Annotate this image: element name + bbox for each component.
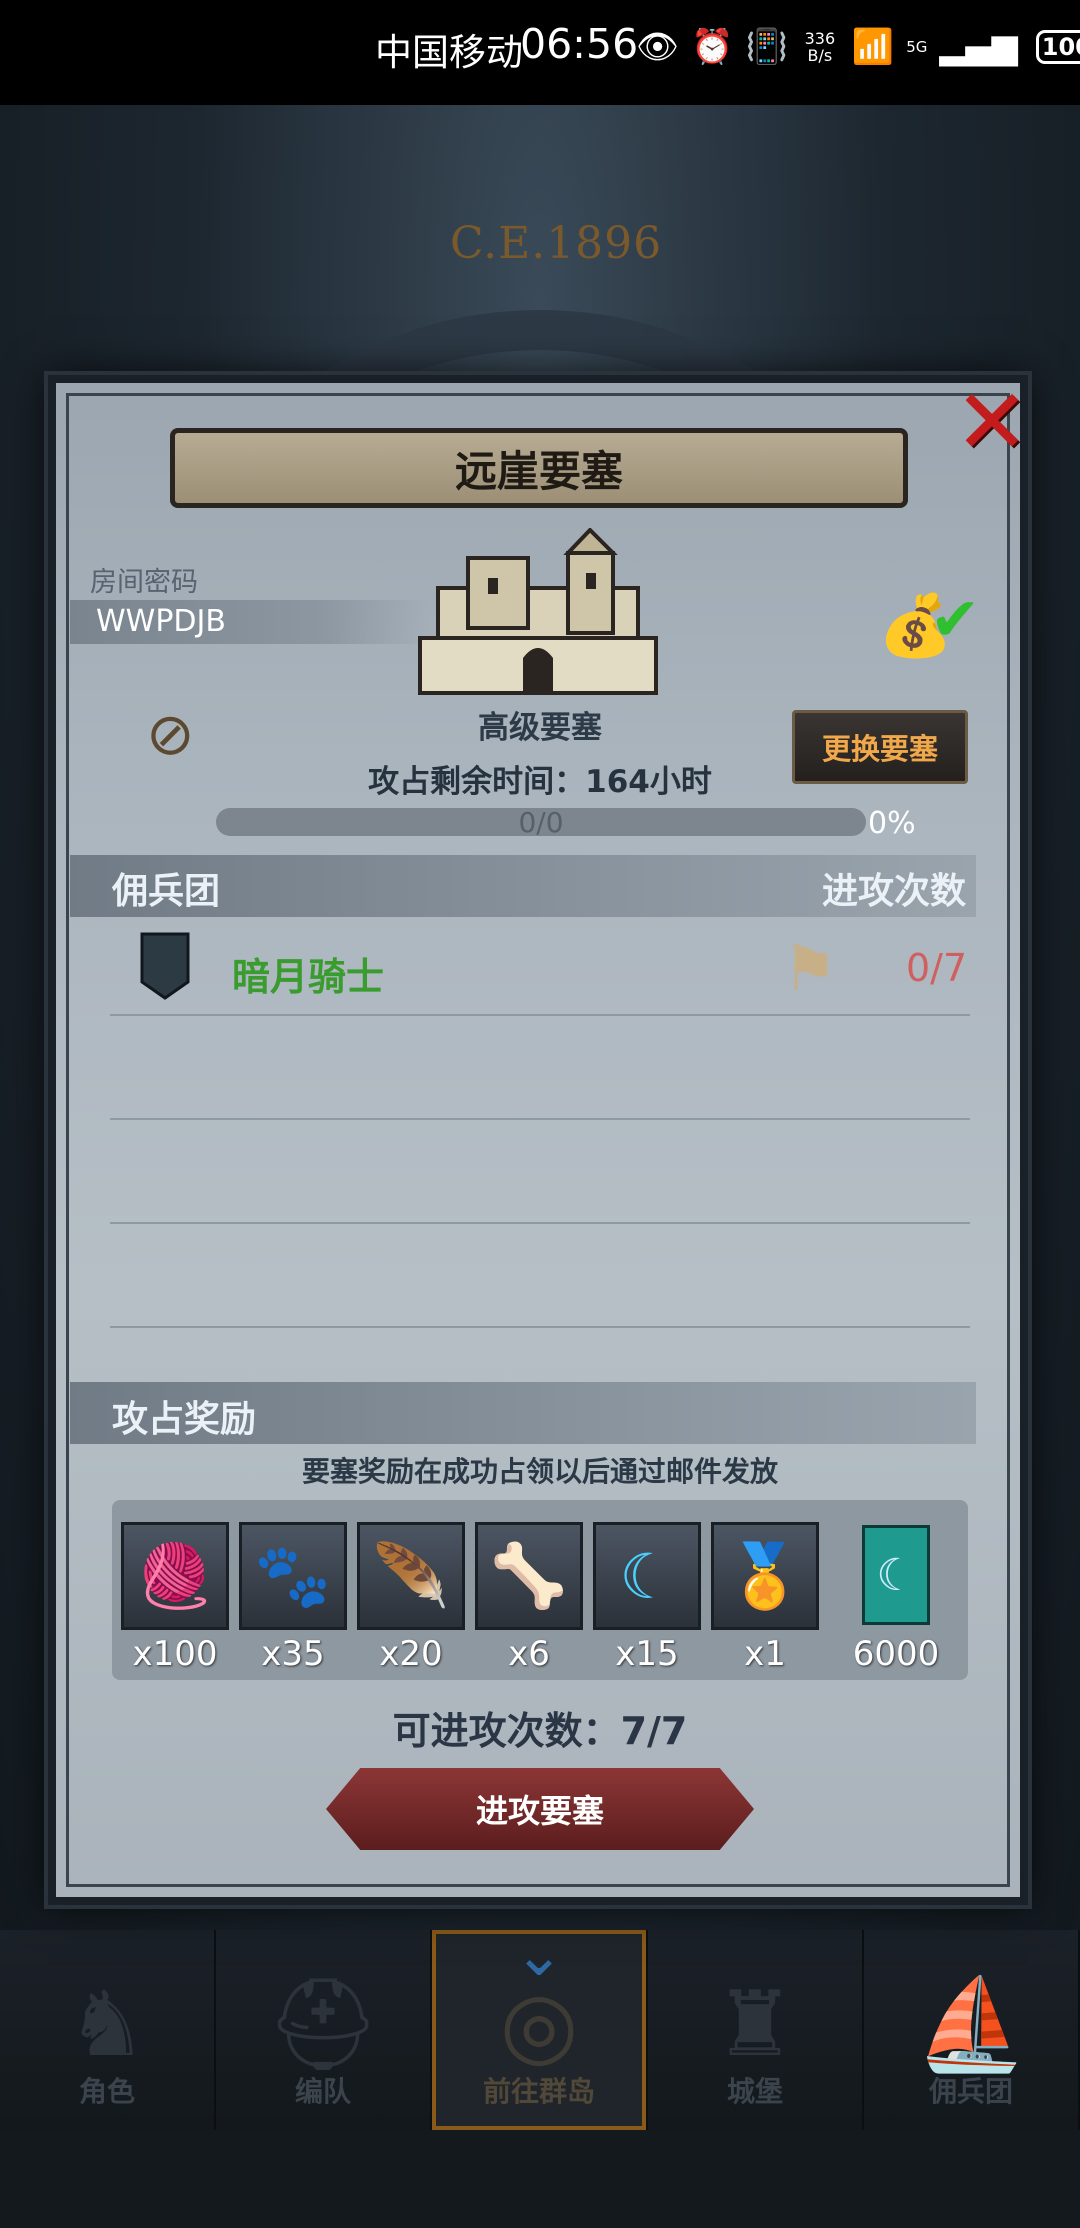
chevron-down-icon: ⌄ — [513, 1920, 565, 1990]
eye-icon: 👁 — [636, 27, 680, 67]
fortress-castle-icon — [418, 528, 658, 695]
flag-icon: ⚑ — [782, 932, 838, 1005]
nav-castle[interactable]: ♜ 城堡 — [648, 1930, 864, 2130]
status-icons: 👁 ⏰ 📳 336 B/s 📶 5G ▂▄▆ 100 — [636, 27, 1080, 67]
dialog-title: 远崖要塞 — [170, 428, 908, 508]
capture-progress-percent: 0% — [868, 806, 916, 841]
nav-label: 角色 — [78, 2075, 135, 2108]
close-icon: ✕ — [954, 369, 1030, 475]
rewards-header: 攻占奖励 — [112, 1399, 257, 1440]
network-speed-unit: B/s — [807, 46, 833, 65]
ship-icon: ⛵ — [914, 1972, 1028, 2077]
nav-islands[interactable]: ⌄ ◎ 前往群岛 — [432, 1920, 648, 2130]
bottom-nav: ♞ 角色 ⛑ 编队 ⌄ ◎ 前往群岛 ♜ 城堡 ⛵ 佣兵团 — [0, 1920, 1080, 2130]
beast-claw-icon: 🐾 — [254, 1539, 332, 1612]
guild-emblem-icon — [140, 932, 190, 1000]
attack-remaining: 可进攻次数：7/7 — [392, 1709, 688, 1753]
guild-banner-icon[interactable]: ☾ — [862, 1525, 930, 1625]
status-time: 06:56 — [520, 20, 639, 68]
reward-item-fur[interactable]: 🧶 — [121, 1522, 229, 1630]
signal-icon: ▂▄▆ — [939, 27, 1018, 67]
horn-icon: 🦴 — [490, 1539, 568, 1612]
reward-qty: x6 — [508, 1634, 550, 1674]
rewards-note: 要塞奖励在成功占领以后通过邮件发放 — [301, 1455, 778, 1488]
mercenaries-header: 佣兵团 — [112, 871, 221, 912]
alarm-icon: ⏰ — [691, 27, 734, 67]
compass-icon: ◎ — [499, 1972, 579, 2077]
vibrate-icon: 📳 — [745, 27, 788, 67]
row-divider — [110, 1222, 970, 1224]
knight-medal-icon: 🏅 — [726, 1539, 804, 1612]
era-label: C.E.1896 — [450, 218, 663, 269]
nav-label: 前往群岛 — [482, 2075, 595, 2108]
no-user-icon[interactable]: ⊘ — [146, 700, 195, 768]
reward-qty: x20 — [379, 1634, 443, 1674]
remaining-time: 攻占剩余时间：164小时 — [368, 764, 712, 800]
nav-label: 佣兵团 — [928, 2075, 1013, 2108]
checkmark-icon: ✔ — [930, 585, 981, 655]
reward-item-claw[interactable]: 🐾 — [239, 1522, 347, 1630]
capture-progress-text: 0/0 — [518, 806, 564, 839]
network-speed-value: 336 — [804, 29, 836, 48]
row-divider — [110, 1118, 970, 1120]
crescent-moon-icon: ☾ — [619, 1539, 675, 1613]
room-password-value[interactable]: WWPDJB — [96, 604, 226, 639]
battery-indicator: 100 — [1035, 30, 1080, 64]
reward-qty: x35 — [261, 1634, 325, 1674]
reward-qty: 6000 — [852, 1634, 940, 1674]
reward-qty: x100 — [132, 1634, 218, 1674]
carrier-name: 中国移动 — [375, 31, 523, 74]
reward-item-horn[interactable]: 🦴 — [475, 1522, 583, 1630]
guild-name[interactable]: 暗月骑士 — [232, 946, 384, 1001]
attack-fortress-button[interactable]: 进攻要塞 — [326, 1768, 754, 1850]
wifi-icon: 📶 — [851, 27, 895, 67]
nav-character[interactable]: ♞ 角色 — [0, 1930, 216, 2130]
knight-icon: ♞ — [66, 1972, 148, 2077]
nav-mercenaries[interactable]: ⛵ 佣兵团 — [864, 1930, 1080, 2130]
system-nav-area — [0, 2130, 1080, 2228]
castle-icon: ♜ — [714, 1972, 796, 2077]
reward-item-medal[interactable]: 🏅 — [711, 1522, 819, 1630]
reward-item-feather[interactable]: 🪶 — [357, 1522, 465, 1630]
room-password-label: 房间密码 — [90, 567, 198, 598]
attacks-header: 进攻次数 — [822, 871, 967, 912]
nav-label: 编队 — [294, 2075, 351, 2108]
reward-item-moon[interactable]: ☾ — [593, 1522, 701, 1630]
guild-attack-count: 0/7 — [906, 946, 968, 990]
reward-qty: x1 — [744, 1634, 786, 1674]
helmet-icon: ⛑ — [265, 1972, 381, 2077]
status-bar: 中国移动 06:56 👁 ⏰ 📳 336 B/s 📶 5G ▂▄▆ 100 — [0, 0, 1080, 105]
nav-formation[interactable]: ⛑ 编队 — [216, 1930, 432, 2130]
nav-label: 城堡 — [726, 2075, 783, 2108]
fur-pelt-icon: 🧶 — [136, 1539, 214, 1612]
feather-fan-icon: 🪶 — [372, 1539, 450, 1612]
network-type: 5G — [906, 38, 928, 56]
close-button[interactable]: ✕ — [950, 370, 1034, 475]
fortress-type: 高级要塞 — [478, 710, 602, 746]
change-fortress-button[interactable]: 更换要塞 — [792, 710, 968, 784]
network-speed: 336 B/s — [800, 30, 840, 64]
row-divider — [110, 1014, 970, 1016]
row-divider — [110, 1326, 970, 1328]
reward-qty: x15 — [615, 1634, 679, 1674]
